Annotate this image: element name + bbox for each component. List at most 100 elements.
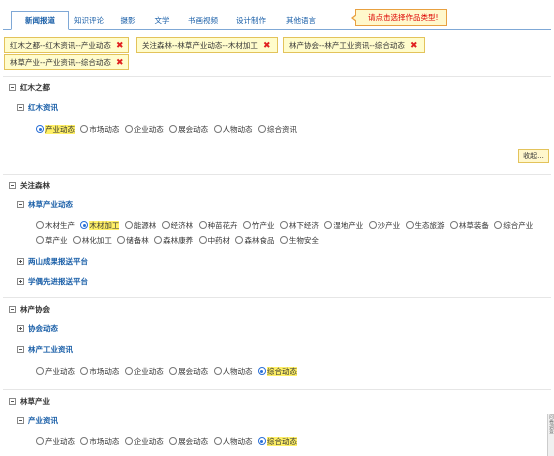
radio-icon[interactable]: [117, 236, 126, 244]
radio-icon[interactable]: [124, 437, 133, 445]
radio-option[interactable]: 储备林: [117, 234, 149, 248]
radio-icon[interactable]: [213, 367, 222, 375]
radio-selected-icon[interactable]: [36, 125, 44, 133]
tab-photography[interactable]: 摄影: [117, 13, 139, 30]
radio-option[interactable]: 展会动态: [169, 365, 208, 379]
radio-selected-icon[interactable]: [257, 367, 266, 375]
radio-option[interactable]: 中药材: [198, 234, 230, 248]
radio-option[interactable]: 综合资讯: [257, 123, 297, 137]
radio-icon[interactable]: [368, 221, 377, 229]
radio-icon[interactable]: [72, 236, 81, 244]
radio-option[interactable]: 森林康养: [154, 234, 193, 248]
radio-icon[interactable]: [449, 221, 458, 229]
radio-icon[interactable]: [198, 221, 207, 229]
radio-icon[interactable]: [242, 221, 251, 229]
radio-icon[interactable]: [198, 236, 207, 244]
radio-option[interactable]: 生物安全: [279, 234, 319, 248]
radio-icon[interactable]: [405, 221, 414, 229]
radio-icon[interactable]: [494, 221, 503, 229]
radio-icon[interactable]: [235, 236, 244, 244]
radio-option[interactable]: 生态旅游: [405, 219, 445, 233]
section-header[interactable]: 林草产业: [9, 396, 50, 408]
radio-icon[interactable]: [169, 125, 178, 133]
radio-icon[interactable]: [169, 437, 178, 445]
section-header[interactable]: 关注森林: [9, 180, 50, 192]
radio-option[interactable]: 林下经济: [279, 219, 319, 233]
radio-option[interactable]: 产业动态: [36, 123, 75, 137]
radio-option[interactable]: 综合动态: [257, 435, 297, 449]
subsection-header[interactable]: 红木资讯: [17, 102, 58, 114]
collapse-icon[interactable]: [17, 417, 24, 424]
radio-option[interactable]: 森林食品: [235, 234, 274, 248]
radio-icon[interactable]: [154, 236, 163, 244]
collapse-icon[interactable]: [9, 182, 16, 189]
radio-icon[interactable]: [80, 125, 89, 133]
radio-option[interactable]: 种苗花卉: [198, 219, 238, 233]
radio-option[interactable]: 产业动态: [36, 365, 75, 379]
radio-option[interactable]: 展会动态: [169, 123, 208, 137]
radio-option[interactable]: 市场动态: [80, 435, 119, 449]
collapse-icon[interactable]: [9, 306, 16, 313]
radio-icon[interactable]: [257, 125, 266, 133]
expand-icon[interactable]: [17, 258, 24, 265]
radio-option[interactable]: 企业动态: [124, 435, 164, 449]
radio-icon[interactable]: [213, 125, 222, 133]
radio-option[interactable]: 市场动态: [80, 123, 119, 137]
radio-option[interactable]: 企业动态: [124, 123, 164, 137]
subsection-header[interactable]: 学偶先进报送平台: [17, 276, 88, 288]
collapse-button[interactable]: 收起...: [518, 149, 549, 163]
radio-icon[interactable]: [36, 236, 44, 244]
subsection-header[interactable]: 协会动态: [17, 323, 58, 335]
remove-icon[interactable]: ✖: [262, 39, 272, 54]
collapse-icon[interactable]: [9, 84, 16, 91]
radio-option[interactable]: 市场动态: [80, 365, 119, 379]
radio-selected-icon[interactable]: [80, 221, 89, 229]
tab-news[interactable]: 新闻报道: [11, 11, 69, 30]
radio-icon[interactable]: [161, 221, 170, 229]
radio-icon[interactable]: [324, 221, 333, 229]
radio-icon[interactable]: [279, 236, 288, 244]
collapse-icon[interactable]: [17, 104, 24, 111]
remove-icon[interactable]: ✖: [115, 56, 125, 71]
subsection-header[interactable]: 林草产业动态: [17, 199, 73, 211]
expand-icon[interactable]: [17, 278, 24, 285]
section-header[interactable]: 林产协会: [9, 304, 50, 316]
remove-icon[interactable]: ✖: [115, 39, 125, 54]
radio-icon[interactable]: [124, 125, 133, 133]
radio-option[interactable]: 综合动态: [257, 365, 297, 379]
radio-option[interactable]: 林化加工: [72, 234, 112, 248]
subsection-header[interactable]: 林产工业资讯: [17, 344, 73, 356]
radio-option[interactable]: 林草装备: [449, 219, 489, 233]
tab-painting-video[interactable]: 书画视频: [185, 13, 221, 30]
expand-icon[interactable]: [17, 325, 24, 332]
radio-option[interactable]: 产业动态: [36, 435, 75, 449]
radio-icon[interactable]: [36, 221, 44, 229]
tab-literature[interactable]: 文学: [151, 13, 173, 30]
radio-option[interactable]: 木材生产: [36, 219, 75, 233]
radio-option[interactable]: 草产业: [36, 234, 68, 248]
radio-icon[interactable]: [80, 437, 89, 445]
radio-option[interactable]: 湿地产业: [324, 219, 363, 233]
radio-icon[interactable]: [80, 367, 89, 375]
section-header[interactable]: 红木之都: [9, 82, 50, 94]
radio-option[interactable]: 展会动态: [169, 435, 208, 449]
radio-option[interactable]: 人物动态: [213, 435, 253, 449]
radio-option[interactable]: 企业动态: [124, 365, 164, 379]
collapse-icon[interactable]: [17, 201, 24, 208]
remove-icon[interactable]: ✖: [409, 39, 419, 54]
radio-option[interactable]: 经济林: [161, 219, 193, 233]
radio-option[interactable]: 综合产业: [494, 219, 533, 233]
radio-option[interactable]: 沙产业: [368, 219, 400, 233]
radio-icon[interactable]: [36, 437, 44, 445]
collapse-icon[interactable]: [17, 346, 24, 353]
side-feedback-tab[interactable]: 问卷调查: [547, 414, 554, 456]
radio-option[interactable]: 木材加工: [80, 219, 120, 233]
subsection-header[interactable]: 两山成果报送平台: [17, 256, 88, 268]
radio-icon[interactable]: [169, 367, 178, 375]
radio-icon[interactable]: [213, 437, 222, 445]
radio-icon[interactable]: [279, 221, 288, 229]
tab-other-language[interactable]: 其他语言: [283, 13, 319, 30]
subsection-header[interactable]: 产业资讯: [17, 415, 58, 427]
radio-option[interactable]: 能源林: [124, 219, 156, 233]
radio-icon[interactable]: [124, 367, 133, 375]
